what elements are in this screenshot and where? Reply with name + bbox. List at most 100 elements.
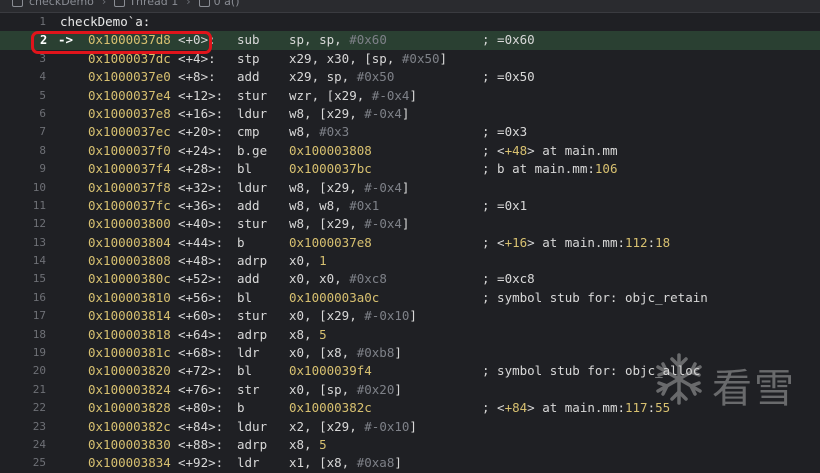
breadcrumb-frame[interactable]: 0 a() xyxy=(214,0,240,8)
immediate-literal: #0x50 xyxy=(356,69,395,85)
instruction-mnemonic: adrp xyxy=(237,436,268,452)
instruction-mnemonic: stur xyxy=(237,216,268,232)
line-number[interactable]: 10 xyxy=(0,179,46,197)
immediate-literal: #-0x4 xyxy=(364,216,402,232)
instruction-address: 0x100003808 xyxy=(88,253,171,269)
instruction-row[interactable]: 5 0x1000037e4 <+12>: stur wzr, [x29, #-0x4] xyxy=(0,87,820,105)
line-number[interactable]: 24 xyxy=(0,436,46,454)
line-number[interactable]: 25 xyxy=(0,454,46,472)
instruction-row[interactable]: 16 0x100003810 <+56>: bl 0x1000003a0c ; symbo… xyxy=(0,289,820,307)
instruction-operands: w8, [x29, #-0x4] xyxy=(289,105,409,123)
text-part: > at main.mm: xyxy=(527,234,625,250)
line-number[interactable]: 6 xyxy=(0,105,46,123)
line-number[interactable]: 12 xyxy=(0,215,46,233)
instruction-row[interactable]: 18 0x100003818 <+64>: adrp x8, 5 xyxy=(0,326,820,344)
line-number[interactable]: 5 xyxy=(0,87,46,105)
instruction-mnemonic: bl xyxy=(237,161,253,177)
line-number[interactable]: 9 xyxy=(0,160,46,178)
instruction-operands: x0, 1 xyxy=(289,252,327,270)
instruction-row[interactable]: 17 0x100003814 <+60>: stur x0, [x29, #-0x10] xyxy=(0,307,820,325)
line-number[interactable]: 17 xyxy=(0,307,46,325)
immediate-literal: #0x20 xyxy=(356,381,395,397)
instruction-mnemonic: adrp xyxy=(237,253,268,269)
instruction-row[interactable]: 6 0x1000037e8 <+16>: ldur w8, [x29, #-0x4] xyxy=(0,105,820,123)
disassembly-view[interactable]: 1 checkDemo`a: 2 -> 0x1000037d8 <+0>: sub sp,… xyxy=(0,13,820,473)
instruction-row[interactable]: 4 0x1000037e0 <+8>: add x29, sp, #0x50 ; =0x5… xyxy=(0,68,820,86)
instruction-mnemonic: ldr xyxy=(237,345,260,361)
instruction-row[interactable]: 13 0x100003804 <+44>: b 0x1000037e8 ; <+16> a… xyxy=(0,234,820,252)
line-number[interactable]: 22 xyxy=(0,399,46,417)
instruction-mnemonic: add xyxy=(237,69,260,85)
instruction-offset: <+40>: xyxy=(178,216,224,232)
line-number[interactable]: 7 xyxy=(0,123,46,141)
instruction-row[interactable]: 14 0x100003808 <+48>: adrp x0, 1 xyxy=(0,252,820,270)
instruction-mnemonic: b xyxy=(237,234,245,250)
instruction-mnemonic: bl xyxy=(237,289,253,305)
immediate-literal: #-0x10 xyxy=(364,308,410,324)
line-number[interactable]: 20 xyxy=(0,362,46,380)
chevron-right-icon: › xyxy=(186,0,191,8)
instruction-operands: x8, 5 xyxy=(289,326,327,344)
instruction-offset: <+76>: xyxy=(178,381,224,397)
frame-icon xyxy=(198,0,210,7)
line-number[interactable]: 8 xyxy=(0,142,46,160)
instruction-row[interactable]: 10 0x1000037f8 <+32>: ldur w8, [x29, #-0x4] xyxy=(0,179,820,197)
line-number[interactable]: 13 xyxy=(0,234,46,252)
text-part: ] xyxy=(401,216,410,232)
instruction-mnemonic: stur xyxy=(237,308,268,324)
instruction-row[interactable]: 22 0x100003828 <+80>: b 0x10000382c ; <+84> a… xyxy=(0,399,820,417)
immediate-literal: #-0x4 xyxy=(371,87,410,103)
breadcrumb-target[interactable]: checkDemo xyxy=(29,0,94,8)
instruction-row[interactable]: 12 0x100003800 <+40>: stur w8, [x29, #-0x4] xyxy=(0,215,820,233)
instruction-row[interactable]: 23 0x10000382c <+84>: ldur x2, [x29, #-0x10] xyxy=(0,418,820,436)
line-number[interactable]: 16 xyxy=(0,289,46,307)
instruction-row[interactable]: 24 0x100003830 <+88>: adrp x8, 5 xyxy=(0,436,820,454)
text-part: wzr, [x29, xyxy=(289,87,372,103)
text-part: w8, [x29, xyxy=(289,179,365,195)
instruction-row[interactable]: 15 0x10000380c <+52>: add x0, x0, #0xc8 ; =0x… xyxy=(0,270,820,288)
instruction-mnemonic: ldr xyxy=(237,455,260,471)
instruction-row[interactable]: 9 0x1000037f4 <+28>: bl 0x1000037bc ; b at ma… xyxy=(0,160,820,178)
immediate-literal: #0x3 xyxy=(319,124,350,140)
breadcrumb: checkDemo › Thread 1 › 0 a() xyxy=(12,0,240,8)
instruction-row[interactable]: 11 0x1000037fc <+36>: add w8, w8, #0x1 ; =0x1 xyxy=(0,197,820,215)
instruction-offset: <+32>: xyxy=(178,179,224,195)
instruction-address: 0x100003834 xyxy=(88,455,171,471)
text-part: ] xyxy=(401,179,410,195)
instruction-address: 0x100003824 xyxy=(88,381,171,397)
numeric-literal: +84 xyxy=(504,400,528,416)
instruction-operands: x0, [x8, #0xb8] xyxy=(289,344,402,362)
line-number[interactable]: 4 xyxy=(0,68,46,86)
instruction-offset: <+68>: xyxy=(178,345,224,361)
immediate-literal: #0x60 xyxy=(349,32,387,48)
instruction-address: 0x1000037f0 xyxy=(88,142,171,158)
text-part: ] xyxy=(439,50,448,66)
instruction-offset: <+64>: xyxy=(178,326,224,342)
text-part: : xyxy=(647,400,656,416)
line-number[interactable]: 18 xyxy=(0,326,46,344)
line-number[interactable]: 15 xyxy=(0,270,46,288)
instruction-offset: <+16>: xyxy=(178,105,224,121)
instruction-row[interactable]: 7 0x1000037ec <+20>: cmp w8, #0x3 ; =0x3 xyxy=(0,123,820,141)
instruction-row[interactable]: 19 0x10000381c <+68>: ldr x0, [x8, #0xb8] xyxy=(0,344,820,362)
instruction-operands: 0x1000039f4 xyxy=(289,362,372,380)
instruction-offset: <+36>: xyxy=(178,197,224,213)
text-part: x0, [x29, xyxy=(289,308,365,324)
text-part: x8, xyxy=(289,436,320,452)
instruction-operands: 0x1000037bc xyxy=(289,160,372,178)
instruction-row[interactable]: 8 0x1000037f0 <+24>: b.ge 0x100003808 ; <+48>… xyxy=(0,142,820,160)
line-number[interactable]: 23 xyxy=(0,418,46,436)
line-number[interactable]: 1 xyxy=(0,13,46,31)
numeric-literal: 112 xyxy=(625,234,648,250)
thread-icon xyxy=(114,0,126,7)
text-part: ] xyxy=(394,381,402,397)
line-number[interactable]: 21 xyxy=(0,381,46,399)
breadcrumb-thread[interactable]: Thread 1 xyxy=(129,0,178,8)
line-number[interactable]: 11 xyxy=(0,197,46,215)
instruction-row[interactable]: 21 0x100003824 <+76>: str x0, [sp, #0x20] xyxy=(0,381,820,399)
instruction-row[interactable]: 20 0x100003820 <+72>: bl 0x1000039f4 ; symbol… xyxy=(0,362,820,380)
line-number[interactable]: 19 xyxy=(0,344,46,362)
instruction-address: 0x10000381c xyxy=(88,345,171,361)
instruction-row[interactable]: 25 0x100003834 <+92>: ldr x1, [x8, #0xa8] xyxy=(0,454,820,472)
line-number[interactable]: 14 xyxy=(0,252,46,270)
